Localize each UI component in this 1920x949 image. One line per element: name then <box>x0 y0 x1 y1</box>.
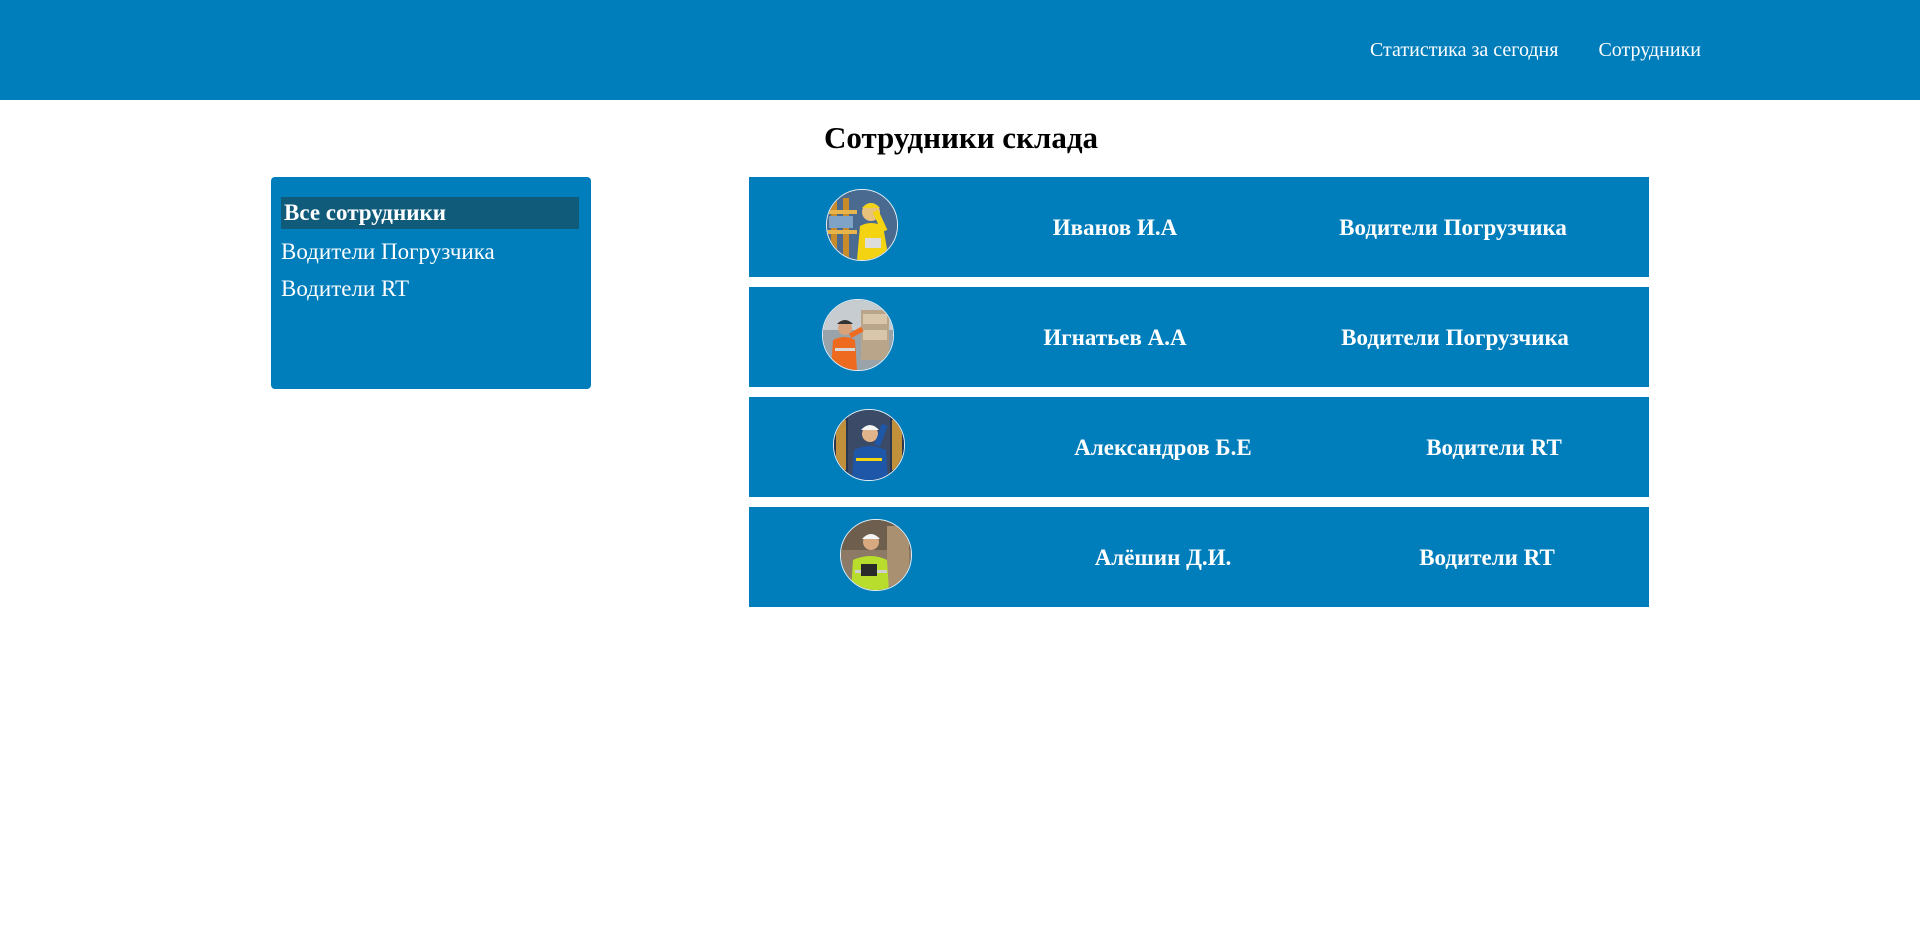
employee-card[interactable]: Алёшин Д.И. Водители RT <box>749 507 1649 607</box>
employee-card[interactable]: Иванов И.А Водители Погрузчика <box>749 177 1649 277</box>
page-title: Сотрудники склада <box>0 118 1920 158</box>
nav-link-employees[interactable]: Сотрудники <box>1598 38 1701 62</box>
employee-name: Александров Б.Е <box>1074 435 1252 460</box>
employee-avatar <box>840 519 912 591</box>
worker-photo-yellow-vest-icon <box>827 190 897 260</box>
employee-group: Водители RT <box>1426 435 1562 460</box>
employee-group: Водители Погрузчика <box>1339 215 1567 240</box>
nav-link-today-stats[interactable]: Статистика за сегодня <box>1370 38 1558 62</box>
main-nav: Статистика за сегодня Сотрудники <box>1370 38 1701 62</box>
employee-name: Иванов И.А <box>1052 215 1178 240</box>
employee-card[interactable]: Игнатьев А.А Водители Погрузчика <box>749 287 1649 387</box>
employee-group: Водители RT <box>1419 545 1555 570</box>
group-filter-panel: Все сотрудники Водители Погрузчика Водит… <box>271 177 591 389</box>
filter-all-employees[interactable]: Все сотрудники <box>281 197 579 229</box>
worker-photo-blue-uniform-icon <box>834 410 904 480</box>
employee-avatar <box>822 299 894 371</box>
employee-avatar <box>826 189 898 261</box>
filter-rt-drivers[interactable]: Водители RT <box>281 274 579 304</box>
worker-photo-orange-vest-icon <box>823 300 893 370</box>
top-navigation-bar: Статистика за сегодня Сотрудники <box>0 0 1920 100</box>
filter-forklift-drivers[interactable]: Водители Погрузчика <box>281 237 579 267</box>
worker-photo-tablet-icon <box>841 520 911 590</box>
page-title-text: Сотрудники склада <box>823 120 1099 155</box>
employee-name: Алёшин Д.И. <box>1094 545 1232 570</box>
employee-group: Водители Погрузчика <box>1341 325 1569 350</box>
employee-name: Игнатьев А.А <box>1043 325 1187 350</box>
employee-avatar <box>833 409 905 481</box>
employee-card[interactable]: Александров Б.Е Водители RT <box>749 397 1649 497</box>
